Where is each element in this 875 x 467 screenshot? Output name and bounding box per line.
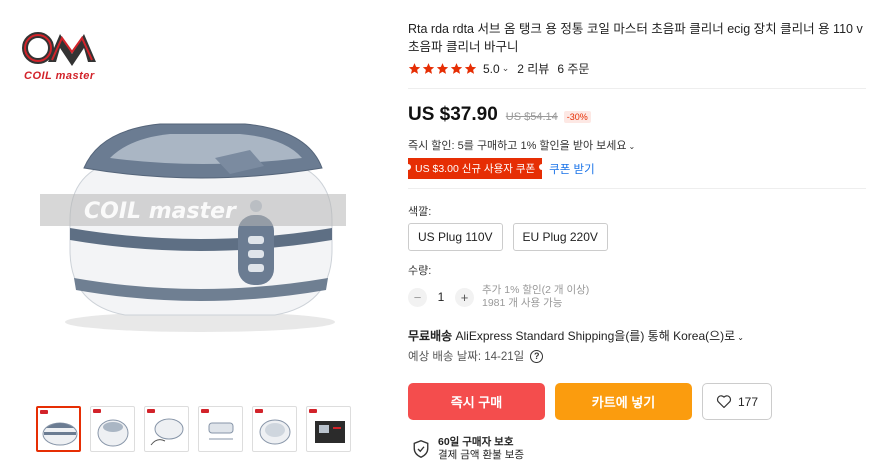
coil-master-logo-mark [22, 32, 96, 66]
star-icon [436, 63, 449, 74]
thumbnail-image [150, 418, 184, 446]
protection-title: 60일 구매자 보호 [438, 436, 514, 448]
product-main-image[interactable]: COIL master [40, 100, 360, 340]
rating-row: 5.0 ⌄ 2 리뷰 6 주문 [408, 60, 589, 77]
reviews-link[interactable]: 2 리뷰 [517, 60, 549, 77]
increment-button[interactable]: + [455, 287, 474, 307]
stock-available: 1981 개 사용 가능 [482, 297, 563, 309]
shipping-method: AliExpress Standard Shipping을(를) 통해 Kore… [455, 329, 736, 343]
action-buttons: 즉시 구매 카트에 넣기 177 [408, 383, 772, 420]
coupon-row: US $3.00 신규 사용자 쿠폰 쿠폰 받기 [404, 158, 595, 179]
color-label: 색깔: [408, 206, 432, 218]
bulk-discount-note: 추가 1% 할인(2 개 이상) [482, 284, 590, 296]
original-price: US $54.14 [505, 111, 558, 123]
buyer-protection: 60일 구매자 보호 결제 금액 환불 보증 [412, 436, 524, 462]
shield-check-icon [413, 440, 429, 458]
thumbnail-strip [36, 406, 351, 452]
watermark-text: COIL master [84, 199, 237, 224]
thumbnail-image [315, 421, 345, 443]
decrement-button[interactable]: − [408, 287, 427, 307]
buy-now-button[interactable]: 즉시 구매 [408, 383, 545, 420]
wishlist-count: 177 [737, 394, 759, 409]
chevron-down-icon: ⌄ [628, 142, 636, 151]
discount-badge: -30% [563, 111, 591, 123]
quantity-label: 수량: [408, 265, 432, 277]
orders-count: 6 주문 [557, 62, 590, 76]
star-icon [450, 63, 463, 74]
protection-subtitle: 결제 금액 환불 보증 [438, 449, 525, 461]
thumbnail-6[interactable] [306, 406, 351, 452]
new-user-coupon: US $3.00 신규 사용자 쿠폰 [404, 158, 546, 179]
eta-text: 예상 배송 날짜: 14-21일 [408, 351, 525, 363]
star-icon [464, 63, 477, 74]
thumbnail-3[interactable] [144, 406, 189, 452]
shipping-info[interactable]: 무료배송 AliExpress Standard Shipping을(를) 통해… [408, 327, 744, 344]
rating-stars[interactable] [408, 62, 477, 75]
brand-wordmark: COIL master [24, 70, 95, 82]
thumbnail-logo [93, 409, 101, 413]
chevron-down-icon[interactable]: ⌄ [502, 63, 510, 74]
instant-discount-text: 즉시 할인: 5를 구매하고 1% 할인을 받아 보세요 [408, 140, 627, 152]
buyer-protection-text: 60일 구매자 보호 결제 금액 환불 보증 [438, 436, 524, 462]
star-icon [408, 63, 421, 74]
star-icon [422, 63, 435, 74]
divider [408, 188, 866, 189]
thumbnail-1[interactable] [36, 406, 81, 452]
add-to-cart-button[interactable]: 카트에 넣기 [555, 383, 692, 420]
wishlist-button[interactable]: 177 [702, 383, 772, 420]
quantity-note: 추가 1% 할인(2 개 이상) 1981 개 사용 가능 [482, 284, 589, 310]
help-icon[interactable]: ? [530, 349, 544, 363]
chevron-down-icon: ⌄ [737, 333, 744, 342]
product-gallery: COIL master COIL master [0, 0, 380, 467]
divider [408, 88, 866, 89]
free-shipping-label: 무료배송 [408, 329, 453, 343]
option-us-plug[interactable]: US Plug 110V [408, 223, 503, 251]
quantity-stepper: − 1 + 추가 1% 할인(2 개 이상) 1981 개 사용 가능 [408, 284, 589, 310]
brand-logo: COIL master [22, 28, 112, 86]
thumbnail-logo [255, 409, 263, 413]
rating-score: 5.0 [483, 61, 500, 76]
product-title: Rta rda rdta 서브 옴 탱크 용 정통 코일 마스터 초음파 클리너… [408, 22, 863, 54]
thumbnail-image [208, 422, 234, 440]
thumbnail-image [97, 419, 129, 447]
instant-discount[interactable]: 즉시 할인: 5를 구매하고 1% 할인을 받아 보세요 ⌄ [408, 137, 635, 153]
thumbnail-5[interactable] [252, 406, 297, 452]
plug-options: US Plug 110V EU Plug 220V [408, 223, 608, 251]
get-coupon-link[interactable]: 쿠폰 받기 [549, 161, 595, 177]
thumbnail-logo [201, 409, 209, 413]
price-row: US $37.90 US $54.14 -30% [408, 104, 591, 126]
thumbnail-image [259, 419, 291, 445]
option-eu-plug[interactable]: EU Plug 220V [512, 223, 608, 251]
thumbnail-logo [147, 409, 155, 413]
heart-icon [716, 395, 732, 409]
thumbnail-image [42, 422, 78, 446]
current-price: US $37.90 [408, 104, 498, 125]
quantity-value[interactable]: 1 [427, 290, 455, 304]
delivery-estimate: 예상 배송 날짜: 14-21일 ? [408, 348, 544, 364]
thumbnail-logo [309, 409, 317, 413]
thumbnail-4[interactable] [198, 406, 243, 452]
thumbnail-2[interactable] [90, 406, 135, 452]
thumbnail-logo [40, 410, 48, 414]
